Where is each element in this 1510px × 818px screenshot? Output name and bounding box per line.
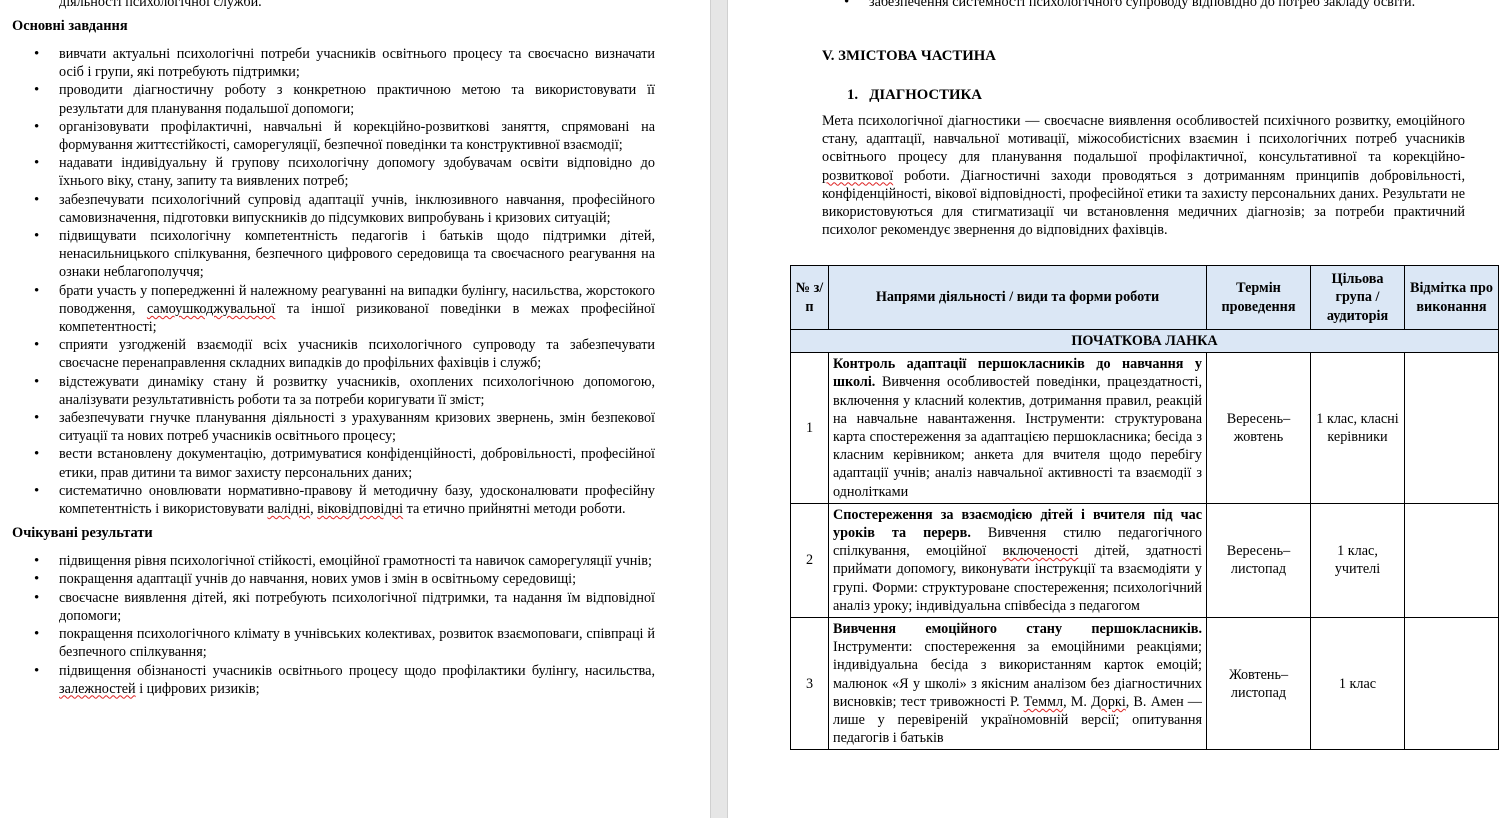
list-item: організовувати профілактичні, навчальні … (12, 118, 655, 154)
spellcheck-flag: віковідповідні (317, 501, 404, 518)
spellcheck-flag: включеності (1002, 543, 1079, 560)
header-target: Цільова група / аудиторія (1310, 265, 1405, 330)
tasks-heading: Основні завдання (12, 18, 128, 34)
table-row: 3 Вивчення емоційного стану першокласникі… (790, 617, 1499, 751)
row-target: 1 клас, учителі (1310, 502, 1405, 619)
row-term: Жовтень–листопад (1206, 617, 1311, 751)
list-item: систематично оновлювати нормативно-право… (12, 482, 655, 518)
spellcheck-flag: самоушкоджувальної (146, 300, 276, 317)
list-item: надавати індивідуальну й групову психоло… (12, 154, 655, 190)
list-item: забезпечувати психологічний супровід ада… (12, 191, 655, 227)
list-item: забезпечувати гнучке планування діяльнос… (12, 409, 655, 445)
subsection-label: ДІАГНОСТИКА (869, 87, 982, 103)
row-mark (1404, 502, 1499, 619)
list-item: підвищувати психологічну компетентність … (12, 227, 655, 282)
list-item: підвищення рівня психологічної стійкості… (12, 552, 655, 570)
plan-table: № з/п Напрями діяльності / види та форми… (790, 265, 1499, 751)
row-target: 1 клас (1310, 617, 1405, 751)
spellcheck-flag: Доркі (1091, 693, 1126, 710)
list-item: вивчати актуальні психологічні потреби у… (12, 45, 655, 81)
row-activity: Вивчення емоційного стану першокласників… (828, 617, 1207, 751)
table-header-row: № з/п Напрями діяльності / види та форми… (790, 265, 1499, 330)
row-mark (1404, 617, 1499, 751)
tasks-list: вивчати актуальні психологічні потреби у… (12, 45, 655, 518)
list-item: покращення адаптації учнів до навчання, … (12, 570, 655, 588)
list-item: брати участь у попередженні й належному … (12, 282, 655, 337)
list-item: своєчасне виявлення дітей, які потребуют… (12, 589, 655, 625)
results-list: підвищення рівня психологічної стійкості… (12, 552, 655, 698)
row-activity: Контроль адаптації першокласників до нав… (828, 352, 1207, 504)
list-item: вести встановлену документацію, дотримув… (12, 445, 655, 481)
row-activity-title: Вивчення емоційного стану першокласників… (833, 621, 1202, 638)
document-page-left: діяльності психологічної служби. Основні… (0, 0, 710, 818)
row-target: 1 клас, класні керівники (1310, 352, 1405, 504)
row-mark (1404, 352, 1499, 504)
intro-paragraph: Мета психологічної діагностики — своєчас… (822, 113, 1465, 239)
results-heading: Очікувані результати (12, 525, 153, 542)
subsection-title: 1. ДІАГНОСТИКА (847, 87, 982, 104)
page-gutter (710, 0, 728, 818)
list-item: забезпечення системності психологічного … (822, 0, 1465, 11)
header-activity: Напрями діяльності / види та форми робот… (828, 265, 1207, 330)
spellcheck-flag: залежностей (59, 680, 136, 697)
row-number: 3 (790, 617, 829, 751)
row-activity-text: Вивчення особливостей поведінки, працезд… (833, 374, 1202, 500)
row-number: 2 (790, 502, 829, 619)
row-term: Вересень–жовтень (1206, 352, 1311, 504)
subsection-number: 1. (847, 87, 859, 103)
top-fragment: діяльності психологічної служби. (59, 0, 262, 10)
document-page-right: забезпечення системності психологічного … (728, 0, 1510, 818)
spellcheck-flag: Теммл (1023, 693, 1064, 710)
table-band-row: ПОЧАТКОВА ЛАНКА (790, 328, 1499, 354)
spellcheck-flag: валідні (267, 501, 311, 518)
list-item: покращення психологічного клімату в учні… (12, 625, 655, 661)
row-activity-text: Інструменти: спостереження за емоційними… (833, 639, 1202, 747)
table-row: 1 Контроль адаптації першокласників до на… (790, 352, 1499, 504)
header-num: № з/п (790, 265, 829, 330)
band-label: ПОЧАТКОВА ЛАНКА (790, 328, 1499, 354)
row-activity: Спостереження за взаємодією дітей і вчит… (828, 502, 1207, 619)
list-item: проводити діагностичну роботу з конкретн… (12, 81, 655, 117)
row-number: 1 (790, 352, 829, 504)
left-page-content: діяльності психологічної служби. Основні… (12, 0, 655, 698)
top-list-item: забезпечення системності психологічного … (822, 0, 1465, 11)
section-title: V. ЗМІСТОВА ЧАСТИНА (822, 48, 996, 64)
list-item: сприяти узгодженій взаємодії всіх учасни… (12, 336, 655, 372)
header-term: Термін проведення (1206, 265, 1311, 330)
list-item: відстежувати динаміку стану й розвитку у… (12, 373, 655, 409)
row-term: Вересень–листопад (1206, 502, 1311, 619)
list-item: підвищення обізнаності учасників освітнь… (12, 662, 655, 698)
header-mark: Відмітка про виконання (1404, 265, 1499, 330)
table-row: 2 Спостереження за взаємодією дітей і вчи… (790, 502, 1499, 619)
spellcheck-flag: розвиткової (822, 167, 894, 184)
